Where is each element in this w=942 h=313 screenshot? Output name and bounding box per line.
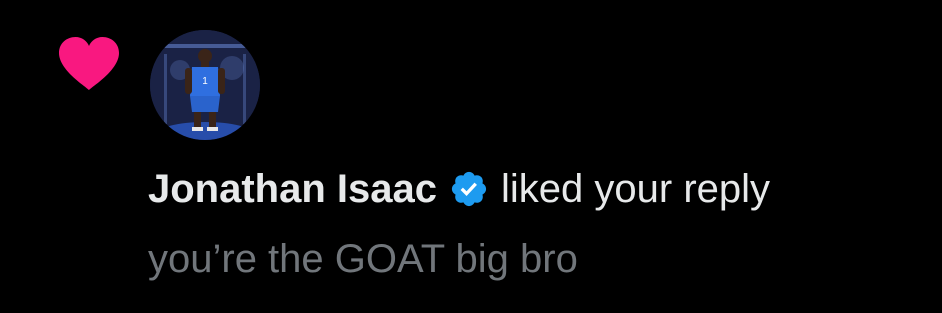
avatar[interactable]: 1 bbox=[150, 30, 260, 140]
avatar-image: 1 bbox=[150, 30, 260, 140]
svg-text:1: 1 bbox=[202, 76, 208, 87]
action-text: liked your reply bbox=[501, 167, 771, 211]
verified-badge-icon bbox=[451, 171, 487, 207]
notification-headline: Jonathan Isaac liked your reply bbox=[148, 164, 770, 214]
heart-icon bbox=[59, 37, 119, 90]
user-name[interactable]: Jonathan Isaac bbox=[148, 164, 437, 214]
reply-text[interactable]: you’re the GOAT big bro bbox=[148, 234, 578, 284]
like-notification[interactable]: 1 Jonathan Isaac liked your reply you’re… bbox=[0, 0, 942, 313]
